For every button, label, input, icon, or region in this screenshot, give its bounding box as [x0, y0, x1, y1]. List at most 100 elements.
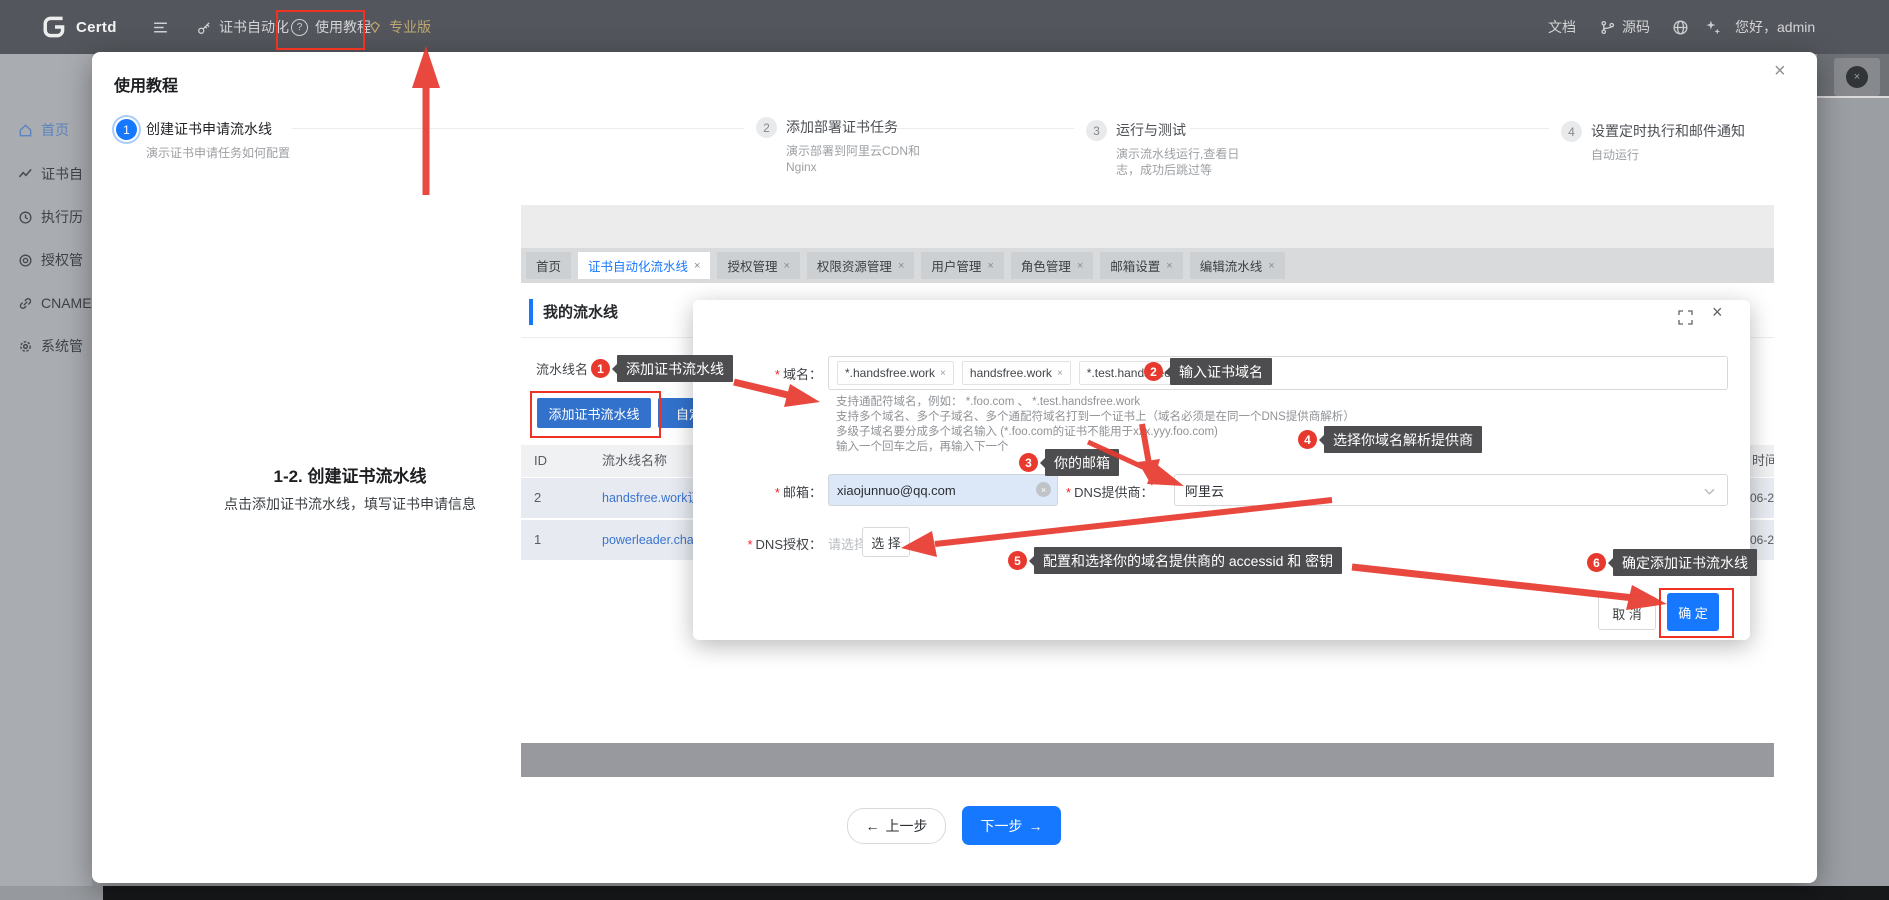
demo-tab-home[interactable]: 首页 — [526, 252, 571, 279]
demo-tab-roles[interactable]: 角色管理 × — [1011, 252, 1093, 279]
add-pipeline-button[interactable]: 添加证书流水线 — [537, 398, 651, 428]
nav-link-label: 源码 — [1622, 17, 1650, 37]
sidebar-item-cert[interactable]: 证书自 — [0, 157, 92, 191]
email-label: *邮箱： — [700, 482, 822, 501]
add-pipeline-dialog — [693, 300, 1750, 640]
gear-icon — [18, 339, 33, 354]
demo-tab-users[interactable]: 用户管理× — [921, 252, 1003, 279]
user-greeting[interactable]: 您好，admin — [1735, 0, 1889, 54]
demo-page-title: 我的流水线 — [543, 301, 618, 322]
step-desc: 演示证书申请任务如何配置 — [146, 145, 296, 161]
tag-close-icon[interactable]: × — [1057, 368, 1063, 379]
nav-link-label: 文档 — [1548, 17, 1576, 37]
tab-close-icon[interactable]: × — [1166, 260, 1172, 272]
tab-label: 编辑流水线 — [1200, 256, 1263, 275]
nav-link-docs[interactable]: 文档 — [1548, 0, 1576, 54]
close-circle-icon: × — [1846, 66, 1868, 88]
callout-1-badge: 1 — [591, 359, 610, 378]
cell-id: 2 — [534, 478, 541, 518]
tab-close-icon[interactable]: × — [987, 260, 993, 272]
callout-6-label: 确定添加证书流水线 — [1613, 549, 1757, 576]
dns-provider-select[interactable]: 阿里云 — [1174, 474, 1728, 506]
next-step-button[interactable]: 下一步 → — [962, 806, 1061, 845]
callout-1-label: 添加证书流水线 — [617, 355, 733, 382]
step-desc: 演示部署到阿里云CDN和Nginx — [786, 143, 944, 175]
step-title: 创建证书申请流水线 — [146, 119, 296, 140]
tab-close-icon[interactable]: × — [1077, 260, 1083, 272]
col-name: 流水线名称 — [602, 445, 667, 477]
app-window: Certd 证书自动化 ? 使用教程 专业版 文档 源码 您好，admin — [0, 0, 1889, 900]
step-title: 添加部署证书任务 — [786, 117, 944, 138]
sidebar-item-system[interactable]: 系统管 — [0, 329, 92, 363]
tab-close-icon[interactable]: × — [898, 260, 904, 272]
callout-3-label: 你的邮箱 — [1045, 449, 1119, 476]
tab-close-icon[interactable]: × — [783, 260, 789, 272]
nav-item-pro[interactable]: 专业版 — [368, 0, 431, 54]
sidebar-item-home[interactable]: 首页 — [0, 113, 92, 147]
sidebar-item-cname[interactable]: CNAME — [0, 286, 92, 320]
sidebar-item-auth[interactable]: 授权管 — [0, 243, 92, 277]
callout-4-badge: 4 — [1298, 430, 1317, 449]
ok-button[interactable]: 确 定 — [1667, 593, 1719, 631]
cancel-button[interactable]: 取 消 — [1598, 596, 1656, 630]
step-number: 1 — [116, 119, 137, 140]
step-title: 设置定时执行和邮件通知 — [1591, 121, 1791, 142]
theme-toggle-button[interactable]: × — [1834, 58, 1880, 96]
domain-help-2: 支持多个域名、多个子域名、多个通配符域名打到一个证书上（域名必须是在同一个DNS… — [836, 408, 1355, 424]
callout-3-badge: 3 — [1019, 453, 1038, 472]
tab-close-icon[interactable]: × — [1268, 260, 1274, 272]
cell-id: 1 — [534, 520, 541, 560]
tab-close-icon[interactable]: × — [694, 260, 700, 272]
demo-tab-pipelines[interactable]: 证书自动化流水线× — [578, 252, 710, 279]
domain-help-4: 输入一个回车之后，再输入下一个 — [836, 438, 1009, 454]
tutorial-close-icon[interactable]: × — [1774, 60, 1786, 83]
tag-close-icon[interactable]: × — [940, 368, 946, 379]
callout-2-label: 输入证书域名 — [1170, 358, 1272, 385]
required-mark: * — [775, 367, 780, 382]
domain-tag: handsfree.work× — [962, 361, 1071, 385]
domain-tag: *.handsfree.work× — [837, 361, 954, 385]
domain-help-1: 支持通配符域名，例如： *.foo.com 、 *.test.handsfree… — [836, 393, 1140, 409]
pipeline-link[interactable]: handsfree.work证 — [602, 478, 700, 518]
tab-label: 权限资源管理 — [817, 256, 892, 275]
demo-tab-auth[interactable]: 授权管理× — [717, 252, 799, 279]
domain-input[interactable]: *.handsfree.work× handsfree.work× *.test… — [828, 356, 1728, 390]
demo-tab-email[interactable]: 邮箱设置 × — [1100, 252, 1182, 279]
step-desc: 演示流水线运行,查看日志，成功后跳过等 — [1116, 146, 1258, 178]
sidebar-item-history[interactable]: 执行历 — [0, 200, 92, 234]
step-title: 运行与测试 — [1116, 120, 1258, 141]
fullscreen-icon[interactable] — [1678, 310, 1693, 325]
nav-link-source[interactable]: 源码 — [1600, 0, 1650, 54]
left-arrow-icon: ← — [866, 818, 880, 834]
tab-label: 邮箱设置 — [1110, 256, 1160, 275]
nav-item-label: 使用教程 — [315, 17, 371, 37]
step-number: 2 — [756, 117, 777, 138]
nav-item-cert-automation[interactable]: 证书自动化 — [197, 0, 289, 54]
demo-tab-edit-pipeline[interactable]: 编辑流水线 × — [1190, 252, 1285, 279]
callout-6-badge: 6 — [1587, 553, 1606, 572]
sparkles-icon[interactable] — [1704, 0, 1721, 54]
collapse-menu-icon[interactable] — [152, 0, 169, 54]
step-4: 4 设置定时执行和邮件通知 自动运行 — [1561, 121, 1791, 163]
clock-icon — [18, 210, 33, 225]
tab-label: 角色管理 — [1021, 256, 1071, 275]
email-field[interactable]: xiaojunnuo@qq.com — [828, 474, 1058, 506]
dns-auth-select-button[interactable]: 选 择 — [862, 527, 910, 557]
nav-item-label: 证书自动化 — [219, 17, 289, 37]
pipeline-link[interactable]: powerleader.chat — [602, 520, 697, 560]
git-branch-icon — [1600, 20, 1615, 35]
callout-5-label: 配置和选择你的域名提供商的 accessid 和 密钥 — [1034, 547, 1342, 574]
prev-step-button[interactable]: ← 上一步 — [847, 808, 946, 844]
nav-item-tutorial[interactable]: ? 使用教程 — [291, 0, 371, 54]
dialog-close-icon[interactable]: × — [1712, 302, 1723, 323]
demo-tab-permission[interactable]: 权限资源管理 × — [807, 252, 914, 279]
language-globe-icon[interactable] — [1672, 0, 1689, 54]
bottom-dark-bar — [103, 886, 1889, 900]
key-icon — [197, 20, 212, 35]
dimmed-background-right: × — [1817, 54, 1889, 886]
clear-input-icon[interactable]: × — [1036, 482, 1051, 497]
next-label: 下一步 — [981, 816, 1023, 836]
question-icon: ? — [291, 19, 308, 36]
cell-time: 06-2 — [1750, 478, 1774, 518]
callout-2-badge: 2 — [1144, 362, 1163, 381]
